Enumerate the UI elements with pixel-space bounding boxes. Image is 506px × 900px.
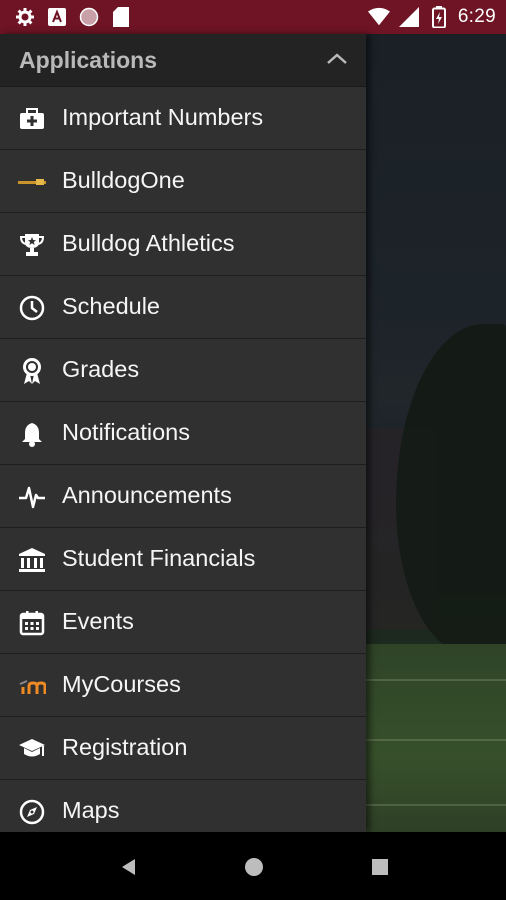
back-icon[interactable] (117, 856, 139, 878)
signal-icon (398, 6, 420, 28)
home-icon[interactable] (243, 856, 265, 878)
menu-item-events[interactable]: Events (0, 591, 366, 654)
background-photo[interactable] (366, 34, 506, 832)
menu-item-label: Schedule (62, 293, 160, 319)
menu-item-bulldogone[interactable]: BulldogOne (0, 150, 366, 213)
menu-item-notifications[interactable]: Notifications (0, 402, 366, 465)
applications-header[interactable]: Applications (0, 34, 366, 87)
navigation-drawer: Applications Important Numbers BulldogOn… (0, 34, 366, 832)
bell-icon (18, 421, 46, 447)
battery-icon (428, 6, 450, 28)
first-aid-kit-icon (18, 106, 46, 132)
menu-item-label: Announcements (62, 482, 232, 508)
award-ribbon-icon (18, 358, 46, 384)
compass-icon (18, 799, 46, 825)
clock-icon (18, 295, 46, 321)
field-line (366, 804, 506, 806)
menu-item-announcements[interactable]: Announcements (0, 465, 366, 528)
menu-item-student-financials[interactable]: Student Financials (0, 528, 366, 591)
menu-item-label: Bulldog Athletics (62, 230, 235, 256)
wifi-icon (367, 6, 390, 28)
drawer-header-title: Applications (19, 47, 158, 73)
text-a-icon (46, 6, 68, 28)
status-bar: 6:29 (0, 0, 506, 34)
menu-item-label: BulldogOne (62, 167, 185, 193)
menu-item-mycourses[interactable]: MyCourses (0, 654, 366, 717)
field-line (366, 679, 506, 681)
gear-icon (14, 6, 36, 28)
menu-item-schedule[interactable]: Schedule (0, 276, 366, 339)
menu-item-grades[interactable]: Grades (0, 339, 366, 402)
moodle-logo-icon (18, 673, 46, 699)
menu-item-label: Student Financials (62, 545, 256, 571)
menu-item-important-numbers[interactable]: Important Numbers (0, 87, 366, 150)
status-left-icons (14, 6, 132, 28)
menu-item-registration[interactable]: Registration (0, 717, 366, 780)
calendar-icon (18, 610, 46, 636)
sd-card-icon (110, 6, 132, 28)
status-right-icons: 6:29 (367, 5, 496, 29)
field-line (366, 739, 506, 741)
recents-icon[interactable] (369, 856, 391, 878)
menu-item-label: Registration (62, 734, 188, 760)
chevron-up-icon[interactable] (326, 50, 348, 68)
menu-item-label: Notifications (62, 419, 190, 445)
menu-item-maps[interactable]: Maps (0, 780, 366, 832)
trophy-icon (18, 232, 46, 258)
menu-item-label: Maps (62, 797, 120, 823)
bulldogone-logo-icon (18, 169, 46, 195)
menu-item-label: MyCourses (62, 671, 181, 697)
menu-item-label: Events (62, 608, 134, 634)
menu-item-label: Important Numbers (62, 104, 264, 130)
menu-item-label: Grades (62, 356, 140, 382)
menu-item-bulldog-athletics[interactable]: Bulldog Athletics (0, 213, 366, 276)
bank-icon (18, 547, 46, 573)
graduation-cap-icon (18, 736, 46, 762)
status-time: 6:29 (457, 6, 496, 27)
circle-icon (78, 6, 100, 28)
pulse-icon (18, 484, 46, 510)
navigation-bar (0, 832, 506, 900)
